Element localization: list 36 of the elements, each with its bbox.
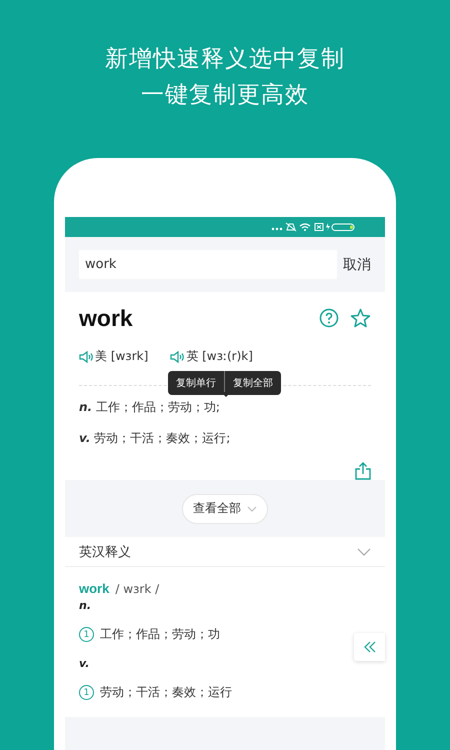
part-of-speech: n. bbox=[79, 599, 92, 612]
entry-word: work bbox=[79, 581, 110, 596]
collapse-button[interactable] bbox=[354, 633, 385, 661]
section-title: 英汉释义 bbox=[79, 544, 131, 560]
pronunciation: 美 [wɜrk] bbox=[95, 348, 148, 365]
sense-number: 1 bbox=[79, 627, 94, 642]
chevron-down-icon[interactable] bbox=[357, 548, 371, 556]
headline: 新增快速释义选中复制 bbox=[105, 46, 345, 72]
double-chevron-left-icon bbox=[364, 641, 376, 653]
pronunciation: 英 [wɜː(r)k] bbox=[186, 348, 253, 365]
entry-phonetic: / wɜrk / bbox=[115, 582, 160, 596]
headline: 一键复制更高效 bbox=[141, 82, 309, 108]
definition: v. 劳动；干活；奏效；运行; bbox=[79, 430, 230, 447]
search-field[interactable]: work bbox=[79, 250, 337, 279]
speaker-icon[interactable] bbox=[79, 350, 94, 364]
charging-icon bbox=[326, 223, 330, 231]
copy-menu-item[interactable]: 复制全部 bbox=[224, 371, 281, 395]
help-icon[interactable] bbox=[319, 308, 339, 328]
sense-text: 工作；作品；劳动；功 bbox=[100, 626, 220, 643]
speaker-icon[interactable] bbox=[170, 350, 186, 364]
sense-number: 1 bbox=[79, 685, 94, 700]
wifi-icon bbox=[299, 223, 311, 231]
sense-text: 劳动；干活；奏效；运行 bbox=[100, 684, 232, 701]
chevron-down-icon bbox=[247, 506, 257, 512]
definition: n. 工作；作品；劳动；功; bbox=[79, 399, 220, 416]
no-sim-icon bbox=[314, 223, 324, 231]
headword: work bbox=[79, 304, 134, 332]
cancel-button[interactable]: 取消 bbox=[343, 256, 371, 274]
part-of-speech: v. bbox=[79, 657, 90, 670]
view-all-button[interactable]: 查看全部 bbox=[182, 494, 268, 524]
more-dots-icon bbox=[272, 228, 282, 230]
share-icon[interactable] bbox=[355, 462, 371, 480]
copy-menu-item[interactable]: 复制单行 bbox=[168, 371, 224, 395]
muted-bell-icon bbox=[286, 222, 296, 232]
star-icon[interactable] bbox=[350, 308, 371, 328]
battery-icon bbox=[332, 224, 354, 231]
